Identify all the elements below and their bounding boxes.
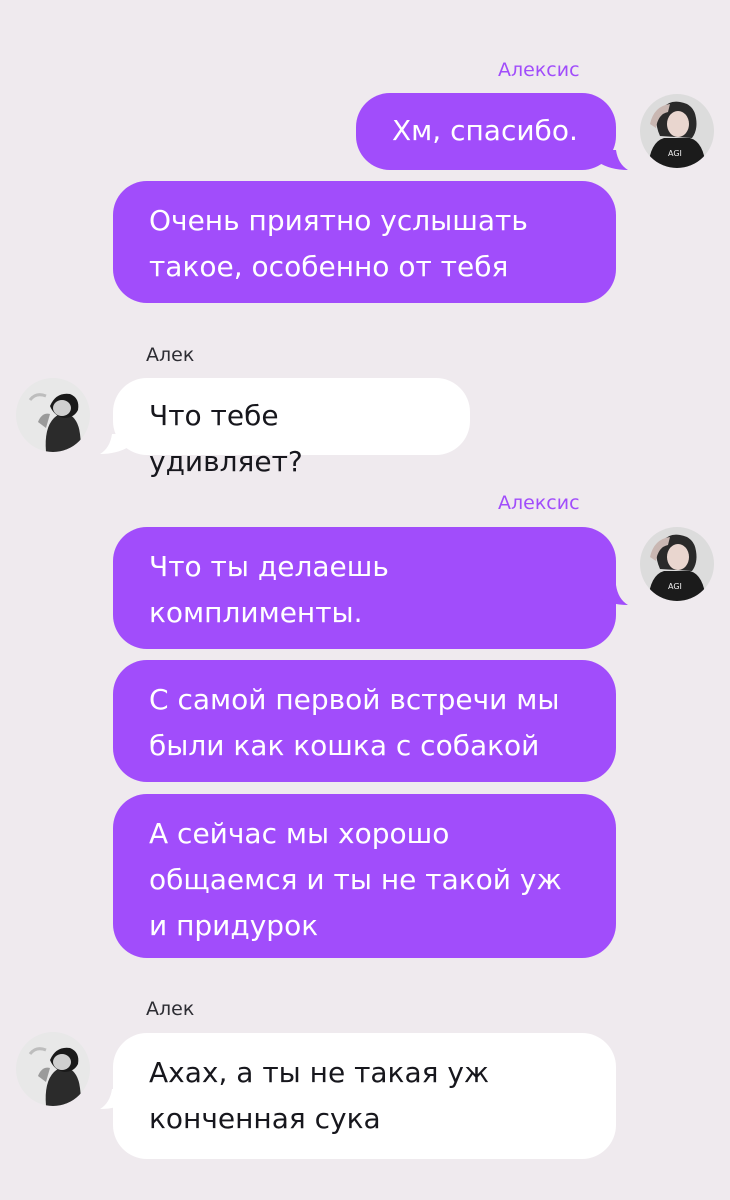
message-bubble-outgoing[interactable]: А сейчас мы хорошо общаемся и ты не тако… (113, 794, 616, 958)
avatar-alexis-icon[interactable]: AGI (640, 94, 714, 168)
avatar-alek-icon[interactable] (16, 1032, 90, 1106)
svg-text:AGI: AGI (668, 149, 682, 158)
avatar-alexis-icon[interactable]: AGI (640, 527, 714, 601)
message-bubble-outgoing[interactable]: С самой первой встречи мы были как кошка… (113, 660, 616, 782)
message-bubble-incoming[interactable]: Ахах, а ты не такая уж конченная сука (113, 1033, 616, 1159)
message-bubble-incoming[interactable]: Что тебе удивляет? (113, 378, 470, 478)
bubble-tail (598, 150, 628, 170)
sender-name-alexis: Алексис (498, 59, 580, 81)
message-bubble-outgoing[interactable]: Что ты делаешь комплименты. (113, 527, 616, 649)
avatar-alek-icon[interactable] (16, 378, 90, 452)
message-bubble-outgoing[interactable]: Хм, спасибо. (356, 93, 616, 170)
message-bubble-outgoing[interactable]: Очень приятно услышать такое, особенно о… (113, 181, 616, 303)
svg-text:AGI: AGI (668, 582, 682, 591)
sender-name-alek: Алек (146, 344, 195, 366)
bubble-tail (598, 585, 628, 605)
sender-name-alek: Алек (146, 998, 195, 1020)
sender-name-alexis: Алексис (498, 492, 580, 514)
